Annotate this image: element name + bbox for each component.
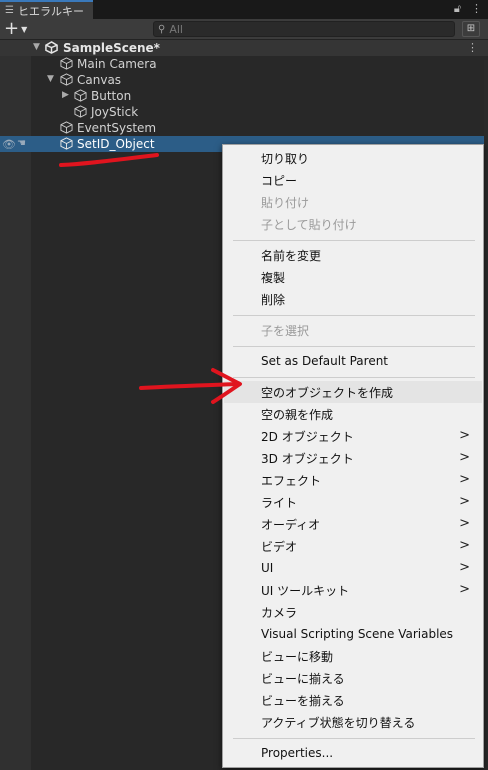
tab-tools: 🔓︎ ⋮ — [454, 2, 482, 16]
chevron-right-icon: > — [459, 582, 470, 597]
menu-item-paste-as-child: 子として貼り付け — [261, 217, 357, 232]
gameobject-cube-icon — [74, 105, 87, 118]
tab-strip: ☰ ヒエラルキー 🔓︎ ⋮ — [0, 0, 488, 19]
chevron-right-icon: > — [459, 472, 470, 487]
tree-item-button[interactable]: ▶ Button — [0, 88, 488, 104]
hamburger-icon: ☰ — [5, 5, 14, 16]
menu-item-set-default-parent[interactable]: Set as Default Parent — [224, 350, 482, 372]
menu-separator — [233, 315, 475, 316]
menu-item-align-with-view[interactable]: ビューに揃える — [224, 667, 482, 689]
menu-item-label: UI — [261, 561, 274, 575]
scene-kebab-icon[interactable]: ⋮ — [467, 41, 478, 54]
menu-separator — [233, 738, 475, 739]
menu-item-light[interactable]: ライト > — [224, 491, 482, 513]
tab-hierarchy[interactable]: ☰ ヒエラルキー — [0, 0, 93, 19]
collapsed-arrow-icon[interactable]: ▶ — [62, 90, 69, 100]
menu-separator — [233, 240, 475, 241]
menu-item-label: 3D オブジェクト — [261, 451, 354, 466]
gameobject-cube-icon — [74, 89, 87, 102]
kebab-icon[interactable]: ⋮ — [471, 2, 482, 16]
menu-item-ui-toolkit[interactable]: UI ツールキット > — [224, 579, 482, 601]
caret-down-icon: ▼ — [21, 24, 28, 34]
chevron-right-icon: > — [459, 450, 470, 465]
tree-item-main-camera[interactable]: Main Camera — [0, 56, 488, 72]
lock-icon[interactable]: 🔓︎ — [454, 2, 461, 16]
tree-item-label: JoyStick — [91, 105, 139, 119]
menu-item-toggle-active-state[interactable]: アクティブ状態を切り替える — [224, 711, 482, 733]
scene-row[interactable]: ▼ SampleScene* ⋮ — [0, 40, 488, 56]
unity-editor-window: ☰ ヒエラルキー 🔓︎ ⋮ + ▼ ⚲ All ⊞ ▼ SampleScene*… — [0, 0, 488, 770]
menu-item-visual-scripting-scene-variables[interactable]: Visual Scripting Scene Variables — [224, 623, 482, 645]
menu-item-audio[interactable]: オーディオ > — [224, 513, 482, 535]
menu-item-2d-object[interactable]: 2D オブジェクト > — [224, 425, 482, 447]
menu-item-label: オーディオ — [261, 517, 321, 532]
menu-item-effects[interactable]: エフェクト > — [224, 469, 482, 491]
chevron-right-icon: > — [459, 560, 470, 575]
pick-hand-icon[interactable]: ☚ — [17, 138, 26, 149]
tree-item-label: EventSystem — [77, 121, 157, 135]
menu-item-create-empty-parent[interactable]: 空の親を作成 — [224, 403, 482, 425]
menu-item-video[interactable]: ビデオ > — [224, 535, 482, 557]
expand-arrow-icon[interactable]: ▼ — [47, 74, 54, 84]
menu-item-move-to-view[interactable]: ビューに移動 — [224, 645, 482, 667]
context-menu: 切り取り コピー 貼り付け 子として貼り付け 名前を変更 複製 削除 子を選択 … — [222, 144, 484, 768]
menu-separator — [233, 377, 475, 378]
menu-item-rename[interactable]: 名前を変更 — [224, 244, 482, 266]
search-icon: ⚲ — [158, 23, 166, 35]
hierarchy-toolbar: + ▼ ⚲ All ⊞ — [0, 19, 488, 40]
menu-item-label: ビデオ — [261, 539, 298, 554]
menu-item-label: ライト — [261, 495, 298, 510]
chevron-right-icon: > — [459, 428, 470, 443]
menu-item-3d-object[interactable]: 3D オブジェクト > — [224, 447, 482, 469]
eye-icon[interactable]: 👁︎ — [2, 138, 16, 151]
menu-separator — [233, 346, 475, 347]
menu-item-label: 2D オブジェクト — [261, 429, 354, 444]
plus-icon: + — [4, 18, 20, 39]
tree-item-canvas[interactable]: ▼ Canvas — [0, 72, 488, 88]
menu-item-cut[interactable]: 切り取り — [224, 147, 482, 169]
menu-item-camera[interactable]: カメラ — [224, 601, 482, 623]
menu-item-duplicate[interactable]: 複製 — [224, 266, 482, 288]
tree-item-eventsystem[interactable]: EventSystem — [0, 120, 488, 136]
gameobject-cube-icon — [60, 73, 73, 86]
search-input[interactable]: ⚲ All — [153, 21, 455, 37]
tree-item-label: Main Camera — [77, 57, 157, 71]
gameobject-cube-icon — [60, 137, 73, 150]
menu-item-select-children: 子を選択 — [261, 323, 310, 338]
menu-item-delete[interactable]: 削除 — [224, 288, 482, 310]
menu-item-label: エフェクト — [261, 473, 322, 488]
tree-item-label: Canvas — [77, 73, 122, 87]
unity-scene-icon — [45, 41, 58, 54]
gameobject-cube-icon — [60, 57, 73, 70]
search-placeholder: All — [169, 22, 183, 36]
tree-item-label: SetID_Object — [77, 137, 155, 151]
tree-item-joystick[interactable]: JoyStick — [0, 104, 488, 120]
menu-item-copy[interactable]: コピー — [224, 169, 482, 191]
filter-icon[interactable]: ⊞ — [462, 21, 480, 37]
tree-item-label: Button — [91, 89, 132, 103]
chevron-right-icon: > — [459, 538, 470, 553]
expand-arrow-icon[interactable]: ▼ — [33, 42, 40, 52]
chevron-right-icon: > — [459, 494, 470, 509]
gameobject-cube-icon — [60, 121, 73, 134]
add-button[interactable]: + ▼ — [4, 18, 32, 39]
menu-item-properties[interactable]: Properties... — [224, 742, 482, 764]
tab-hierarchy-label: ヒエラルキー — [17, 4, 84, 18]
menu-item-label: UI ツールキット — [261, 583, 350, 598]
menu-item-ui[interactable]: UI > — [224, 557, 482, 579]
chevron-right-icon: > — [459, 516, 470, 531]
scrollbar[interactable] — [484, 60, 488, 770]
scene-label: SampleScene* — [63, 41, 160, 55]
menu-item-paste: 貼り付け — [261, 195, 310, 210]
menu-item-align-view-to-selected[interactable]: ビューを揃える — [224, 689, 482, 711]
menu-item-create-empty[interactable]: 空のオブジェクトを作成 — [224, 381, 482, 403]
